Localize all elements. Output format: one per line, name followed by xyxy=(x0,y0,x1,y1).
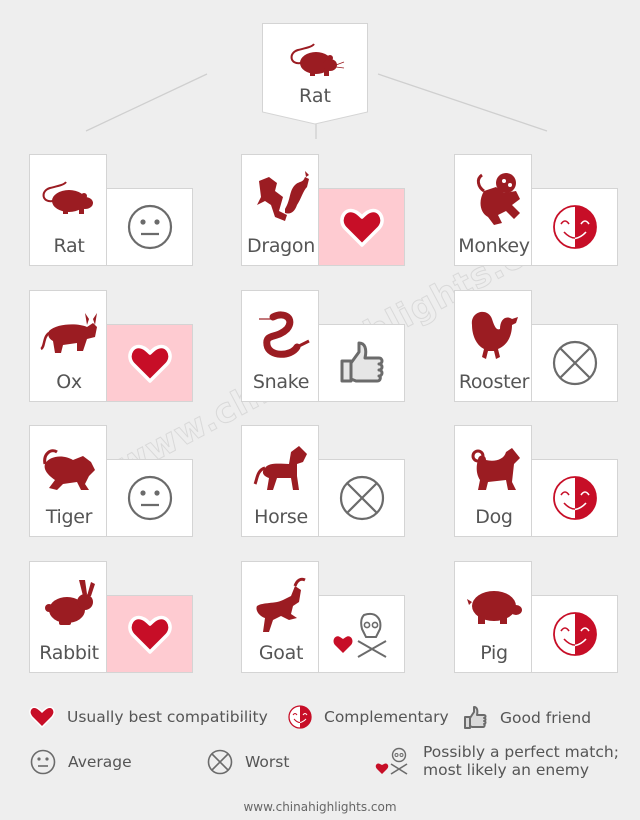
match-card-monkey: Monkey xyxy=(454,154,620,266)
animal-label: Ox xyxy=(56,371,82,393)
match-card-goat: Goat xyxy=(241,561,407,673)
animal-label: Rooster xyxy=(458,371,530,393)
animal-box: Monkey xyxy=(454,154,532,266)
match-card-snake: Snake xyxy=(241,290,407,402)
heart-icon xyxy=(127,615,172,654)
rat-icon xyxy=(42,181,93,214)
animal-label: Dog xyxy=(475,506,513,528)
rooster-icon xyxy=(471,311,518,359)
connector-right xyxy=(377,73,548,132)
rating-box-complementary xyxy=(531,188,618,266)
heart-icon xyxy=(29,706,55,728)
legend-complementary: Complementary xyxy=(288,705,449,729)
animal-label: Tiger xyxy=(45,506,93,528)
monkey-icon xyxy=(476,173,520,225)
rating-box-best xyxy=(106,324,193,402)
rat-icon xyxy=(290,43,345,76)
heart-icon xyxy=(127,344,172,383)
legend-good-friend-label: Good friend xyxy=(500,709,592,727)
selected-animal-label: Rat xyxy=(299,85,331,107)
animal-box: Tiger xyxy=(29,425,107,537)
rating-box-worst xyxy=(318,459,405,537)
animal-box: Rabbit xyxy=(29,561,107,673)
legend-worst: Worst xyxy=(207,749,289,775)
rating-box-average xyxy=(106,459,193,537)
legend-average-label: Average xyxy=(68,753,132,771)
dog-icon xyxy=(471,448,520,490)
snake-icon xyxy=(259,311,310,358)
legend-complementary-label: Complementary xyxy=(324,708,449,726)
rating-box-best xyxy=(106,595,193,673)
animal-box: Goat xyxy=(241,561,319,673)
rating-box-good-friend xyxy=(318,324,405,402)
legend-perfect-line2: most likely an enemy xyxy=(423,761,590,779)
animal-box: Horse xyxy=(241,425,319,537)
animal-label: Rabbit xyxy=(39,642,99,664)
goat-icon xyxy=(256,577,306,632)
pig-icon xyxy=(467,591,522,624)
cross-circle-icon xyxy=(552,340,597,386)
match-card-rat: Rat xyxy=(29,154,195,266)
match-card-ox: Ox xyxy=(29,290,195,402)
legend-perfect-or-enemy: Possibly a perfect match; most likely an… xyxy=(375,743,619,779)
legend-best: Usually best compatibility xyxy=(29,706,268,728)
animal-box: Dragon xyxy=(241,154,319,266)
animal-label: Dragon xyxy=(246,235,315,257)
animal-box: Rat xyxy=(29,154,107,266)
match-card-dog: Dog xyxy=(454,425,620,537)
dragon-icon xyxy=(257,171,309,221)
rabbit-icon xyxy=(45,580,95,625)
animal-label: Pig xyxy=(480,642,508,664)
heart-icon xyxy=(339,208,384,247)
legend-perfect-line1: Possibly a perfect match; xyxy=(423,743,619,761)
match-card-horse: Horse xyxy=(241,425,407,537)
animal-box: Snake xyxy=(241,290,319,402)
heart-skull-icon xyxy=(333,613,386,658)
animal-label: Rat xyxy=(53,235,85,257)
thumbs-up-icon xyxy=(340,341,383,383)
neutral-face-icon xyxy=(127,204,172,250)
animal-label: Horse xyxy=(254,506,308,528)
complementary-face-icon xyxy=(552,476,597,520)
match-card-rooster: Rooster xyxy=(454,290,620,402)
cross-circle-icon xyxy=(339,475,384,521)
legend-average: Average xyxy=(30,749,132,775)
ox-icon xyxy=(40,313,97,353)
rating-box-worst xyxy=(531,324,618,402)
animal-label: Goat xyxy=(258,642,304,664)
animal-box: Pig xyxy=(454,561,532,673)
heart-skull-icon xyxy=(375,747,408,775)
connector-left xyxy=(85,73,208,132)
animal-box: Dog xyxy=(454,425,532,537)
rating-box-average xyxy=(106,188,193,266)
animal-box: Rooster xyxy=(454,290,532,402)
neutral-face-icon xyxy=(30,749,56,775)
rating-box-perfect-or-enemy xyxy=(318,595,405,673)
complementary-face-icon xyxy=(288,705,312,729)
animal-label: Snake xyxy=(252,371,310,393)
complementary-face-icon xyxy=(552,205,597,249)
animal-box: Ox xyxy=(29,290,107,402)
legend-good-friend: Good friend xyxy=(462,705,591,731)
match-card-rabbit: Rabbit xyxy=(29,561,195,673)
legend-worst-label: Worst xyxy=(245,753,290,771)
match-card-dragon: Dragon xyxy=(241,154,407,266)
tiger-icon xyxy=(43,449,95,490)
match-card-tiger: Tiger xyxy=(29,425,195,537)
rating-box-complementary xyxy=(531,459,618,537)
selected-animal-card: Rat xyxy=(262,23,368,125)
thumbs-up-icon xyxy=(464,706,487,729)
neutral-face-icon xyxy=(127,475,172,521)
match-card-pig: Pig xyxy=(454,561,620,673)
complementary-face-icon xyxy=(552,612,597,656)
rating-box-best xyxy=(318,188,405,266)
horse-icon xyxy=(253,446,307,490)
footer-url: www.chinahighlights.com xyxy=(243,800,397,814)
legend-best-label: Usually best compatibility xyxy=(67,708,268,726)
animal-label: Monkey xyxy=(458,235,530,257)
cross-circle-icon xyxy=(207,749,233,775)
rating-box-complementary xyxy=(531,595,618,673)
